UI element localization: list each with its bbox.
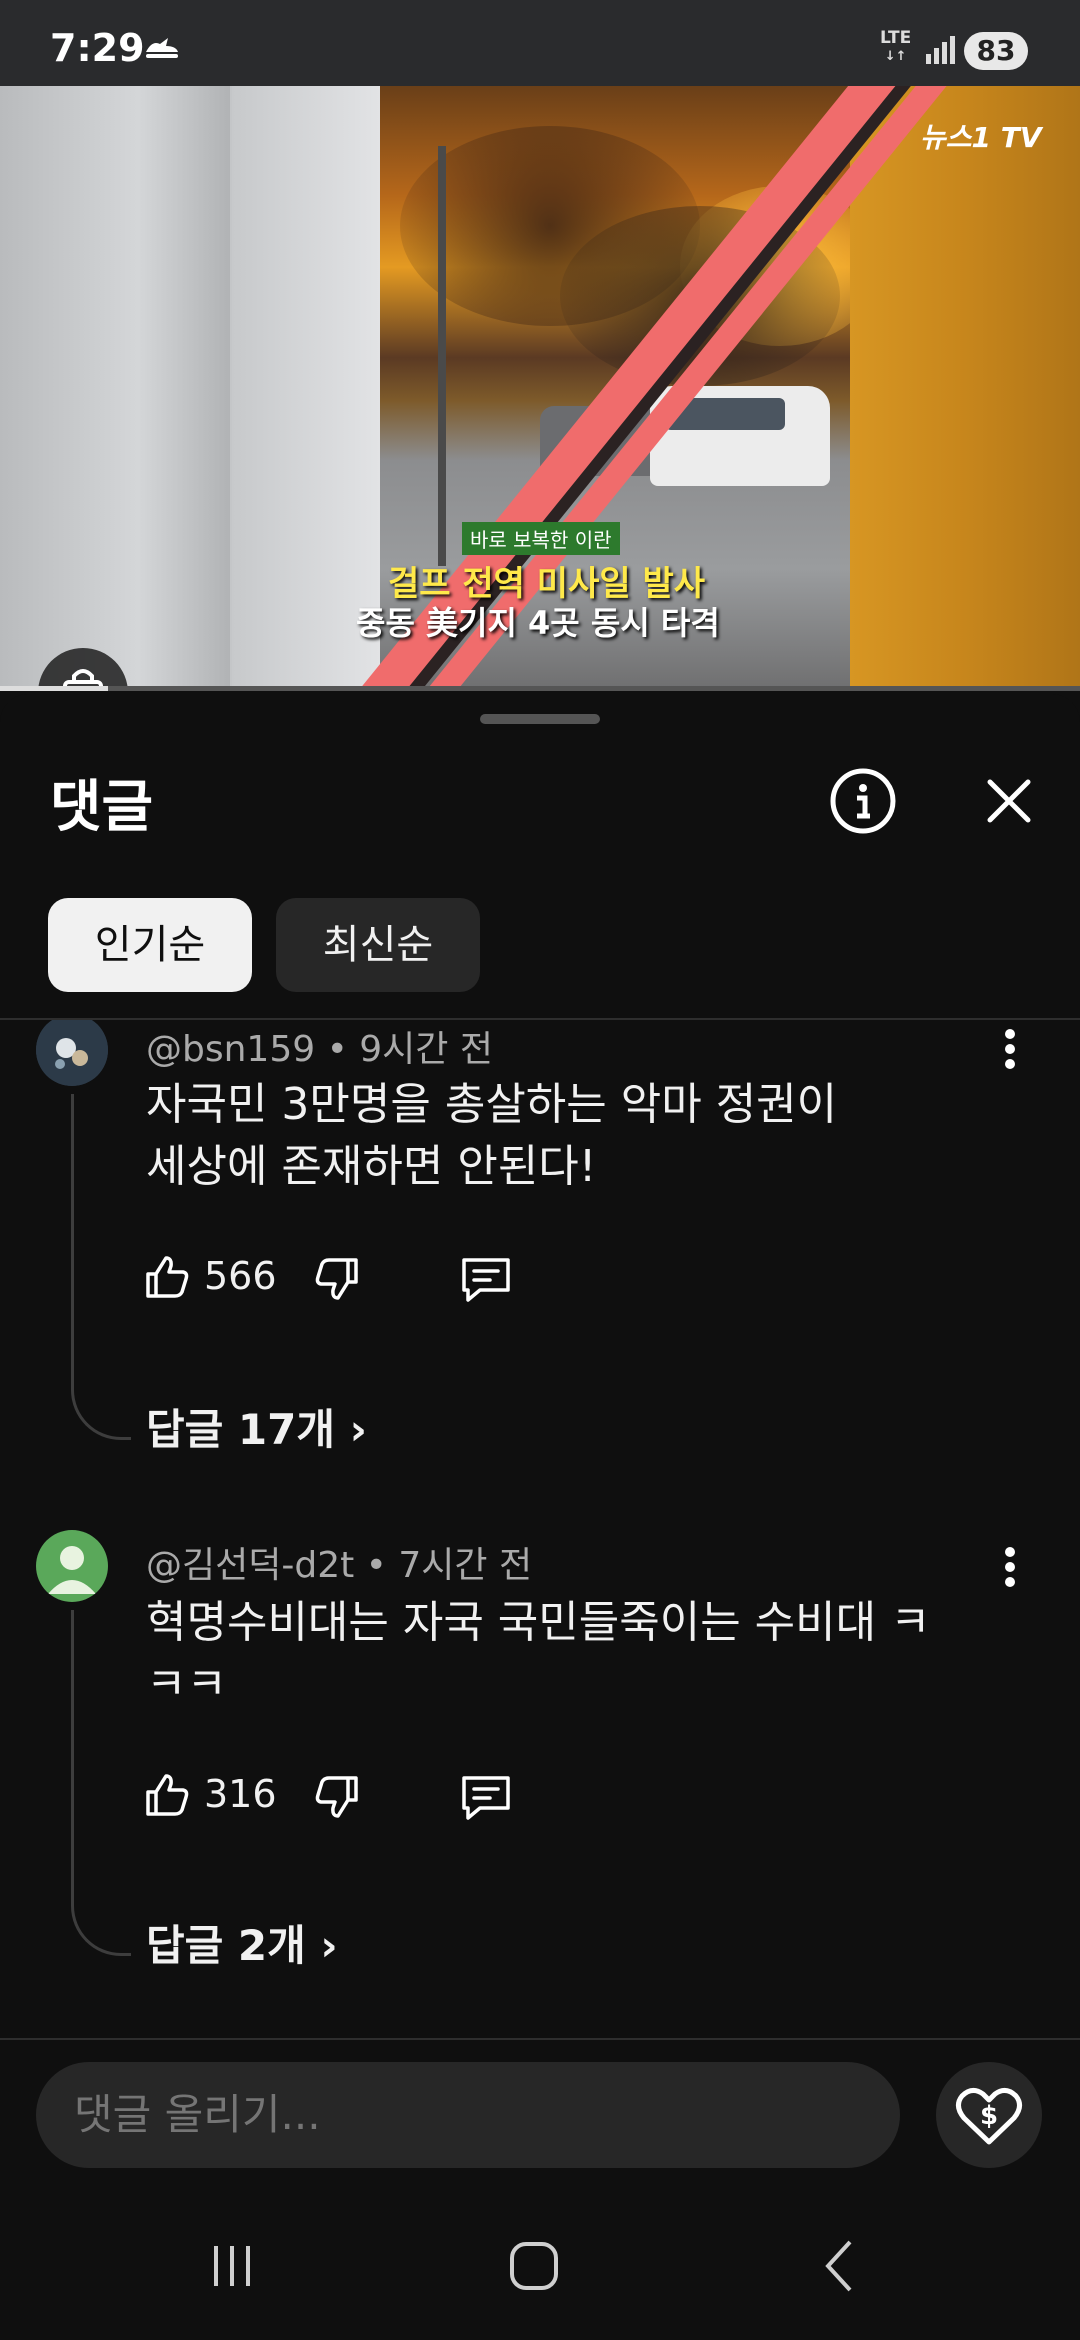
more-vert-icon — [1005, 1547, 1015, 1587]
svg-text:$: $ — [980, 2101, 998, 2131]
comment-meta: @bsn159 • 9시간 전 — [146, 1029, 493, 1070]
reply-thread-line — [71, 1610, 131, 1956]
like-count: 566 — [204, 1254, 277, 1298]
signal-icon — [926, 36, 955, 64]
sheet-title: 댓글 — [50, 775, 154, 840]
comment-author[interactable]: @bsn159 — [146, 1029, 315, 1070]
back-icon[interactable] — [800, 2236, 880, 2296]
recent-apps-icon[interactable] — [192, 2236, 272, 2296]
network-type: LTE ↓↑ — [880, 28, 912, 65]
comment-avatar[interactable] — [36, 1530, 108, 1602]
heart-dollar-icon: $ — [956, 2088, 1022, 2145]
channel-logo: 뉴스1 TV — [920, 121, 1042, 154]
view-replies-link[interactable]: 답글 2개 › — [146, 1912, 338, 1973]
comment-more-button[interactable] — [992, 1024, 1028, 1074]
reply-icon[interactable] — [458, 1772, 514, 1822]
reply-icon[interactable] — [458, 1254, 514, 1304]
like-count: 316 — [204, 1772, 277, 1816]
home-icon[interactable] — [494, 2236, 574, 2296]
chevron-right-icon: › — [335, 1405, 367, 1454]
like-icon[interactable] — [142, 1770, 192, 1820]
dislike-icon[interactable] — [312, 1254, 362, 1304]
video-progress-track[interactable] — [0, 686, 1080, 691]
sheet-drag-handle[interactable] — [480, 714, 600, 724]
info-button[interactable] — [828, 766, 898, 836]
comment-text: 혁명수비대는 자국 국민들죽이는 수비대 ㅋ ㅋㅋ — [146, 1597, 931, 1710]
chevron-right-icon: › — [305, 1921, 338, 1970]
comment-list[interactable]: @bsn159 • 9시간 전 자국민 3만명을 총살하는 악마 정권이 세상에… — [0, 1020, 1080, 2038]
avatar-image — [36, 1020, 108, 1086]
video-player[interactable]: 뉴스1 TV 바로 보복한 이란 걸프 전역 미사일 발사 중동 美기지 4곳 … — [0, 86, 1080, 690]
app-notification-icon — [146, 38, 178, 58]
close-icon — [987, 779, 1031, 823]
status-time: 7:29 — [50, 26, 145, 70]
default-avatar-icon — [36, 1530, 108, 1602]
comment-avatar[interactable] — [36, 1020, 108, 1086]
like-icon[interactable] — [142, 1252, 192, 1302]
comment-time: 9시간 전 — [359, 1029, 493, 1070]
info-icon — [830, 768, 896, 834]
status-bar: 7:29 LTE ↓↑ 83 — [0, 0, 1080, 86]
shopping-bag-icon — [63, 669, 103, 690]
comment-text: 자국민 3만명을 총살하는 악마 정권이 세상에 존재하면 안된다! — [146, 1079, 838, 1192]
comment-more-button[interactable] — [992, 1542, 1028, 1592]
shopping-bag-button[interactable] — [38, 648, 128, 690]
video-caption-tag: 바로 보복한 이란 — [462, 522, 620, 555]
super-thanks-button[interactable]: $ — [936, 2062, 1042, 2168]
comment-time: 7시간 전 — [398, 1545, 533, 1586]
input-divider — [0, 2038, 1080, 2040]
video-caption-subline: 중동 美기지 4곳 동시 타격 — [356, 604, 720, 642]
sort-chip-popular[interactable]: 인기순 — [48, 898, 252, 992]
battery-indicator: 83 — [964, 32, 1028, 70]
view-replies-link[interactable]: 답글 17개 › — [146, 1396, 367, 1457]
reply-thread-line — [71, 1094, 131, 1440]
sort-chip-newest[interactable]: 최신순 — [276, 898, 480, 992]
video-progress-fill — [0, 686, 108, 691]
video-frame-wall — [0, 86, 230, 690]
comment-input[interactable] — [36, 2062, 900, 2168]
more-vert-icon — [1005, 1029, 1015, 1069]
close-button[interactable] — [974, 766, 1044, 836]
comment-author[interactable]: @김선덕-d2t — [146, 1545, 354, 1586]
dislike-icon[interactable] — [312, 1772, 362, 1822]
comment-meta: @김선덕-d2t • 7시간 전 — [146, 1545, 533, 1586]
